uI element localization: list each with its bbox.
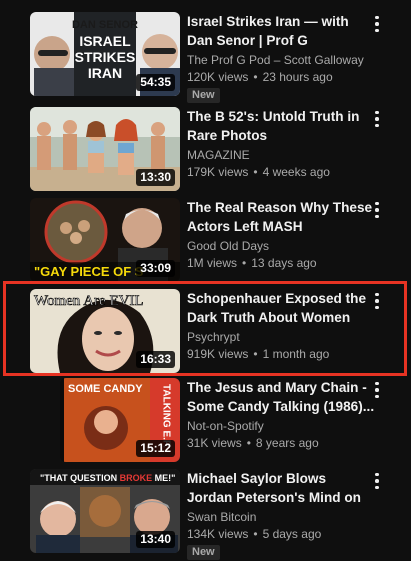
video-stats: 31K views • 8 years ago [187,436,319,450]
video-title[interactable]: Israel Strikes Iran — with Dan Senor | P… [187,12,375,50]
video-title[interactable]: Michael Saylor Blows Jordan Peterson's M… [187,469,375,507]
thumb-text: DAN SENOR [72,19,138,31]
upload-age: 23 hours ago [262,70,333,84]
video-thumbnail[interactable]: DAN SENOR ISRAEL STRIKES IRAN 54:35 [30,12,180,96]
channel-name[interactable]: Swan Bitcoin [187,509,256,525]
thumb-text: ISRAEL [79,33,131,49]
new-badge: New [187,88,220,103]
thumb-text: TALKING E.P. [161,384,172,448]
video-title[interactable]: The B 52's: Untold Truth in Rare Photos [187,107,375,145]
channel-name[interactable]: The Prof G Pod – Scott Galloway [187,52,364,68]
duration-badge: 13:30 [136,169,175,186]
more-vert-icon[interactable] [368,469,386,493]
view-count: 120K views [187,70,249,84]
video-stats: 134K views • 5 days ago [187,527,322,541]
new-badge: New [187,545,220,560]
upload-age: 5 days ago [262,527,322,541]
upload-age: 13 days ago [251,256,317,270]
video-item[interactable]: DAN SENOR ISRAEL STRIKES IRAN 54:35 Isra… [0,12,411,104]
video-thumbnail[interactable]: "GAY PIECE OF S 33:09 [30,198,180,282]
upload-age: 4 weeks ago [262,165,330,179]
video-title[interactable]: The Real Reason Why These Actors Left MA… [187,198,375,236]
video-thumbnail[interactable]: SOME CANDY TALKING E.P. 15:12 [60,378,180,462]
channel-name[interactable]: Not-on-Spotify [187,418,264,434]
view-count: 179K views [187,165,249,179]
video-stats: 120K views • 23 hours ago [187,70,333,84]
duration-badge: 15:12 [136,440,175,457]
more-vert-icon[interactable] [368,107,386,131]
thumb-text: "THAT QUESTION BROKE ME!" [40,473,175,483]
thumb-text-part: BROKE [120,473,153,483]
duration-badge: 54:35 [136,74,175,91]
video-stats: 1M views • 13 days ago [187,256,317,270]
more-vert-icon[interactable] [368,12,386,36]
thumb-text: IRAN [88,65,122,81]
view-count: 134K views [187,527,249,541]
duration-badge: 33:09 [136,260,175,277]
video-stats: 179K views • 4 weeks ago [187,165,330,179]
channel-name[interactable]: Good Old Days [187,238,269,254]
video-thumbnail[interactable]: 13:30 [30,107,180,191]
duration-badge: 13:40 [136,531,175,548]
video-item[interactable]: SOME CANDY TALKING E.P. 15:12 The Jesus … [0,378,411,470]
view-count: 1M views [187,256,238,270]
upload-age: 8 years ago [255,436,319,450]
video-feed: DAN SENOR ISRAEL STRIKES IRAN 54:35 Isra… [0,0,411,561]
channel-name[interactable]: MAGAZINE [187,147,250,163]
view-count: 31K views [187,436,242,450]
video-item[interactable]: "THAT QUESTION BROKE ME!" 13:40 Michael … [0,469,411,561]
thumb-text-part: "THAT QUESTION [40,473,120,483]
thumb-text: SOME CANDY [68,383,143,395]
more-vert-icon[interactable] [368,198,386,222]
video-title[interactable]: The Jesus and Mary Chain - Some Candy Ta… [187,378,375,416]
thumb-text-part: ME!" [152,473,175,483]
video-item[interactable]: "GAY PIECE OF S 33:09 The Real Reason Wh… [0,198,411,290]
thumb-text: "GAY PIECE OF S [34,264,144,279]
thumb-text: STRIKES [75,49,136,65]
video-thumbnail[interactable]: "THAT QUESTION BROKE ME!" 13:40 [30,469,180,553]
more-vert-icon[interactable] [368,378,386,402]
selection-highlight [3,281,407,376]
video-item[interactable]: 13:30 The B 52's: Untold Truth in Rare P… [0,107,411,199]
